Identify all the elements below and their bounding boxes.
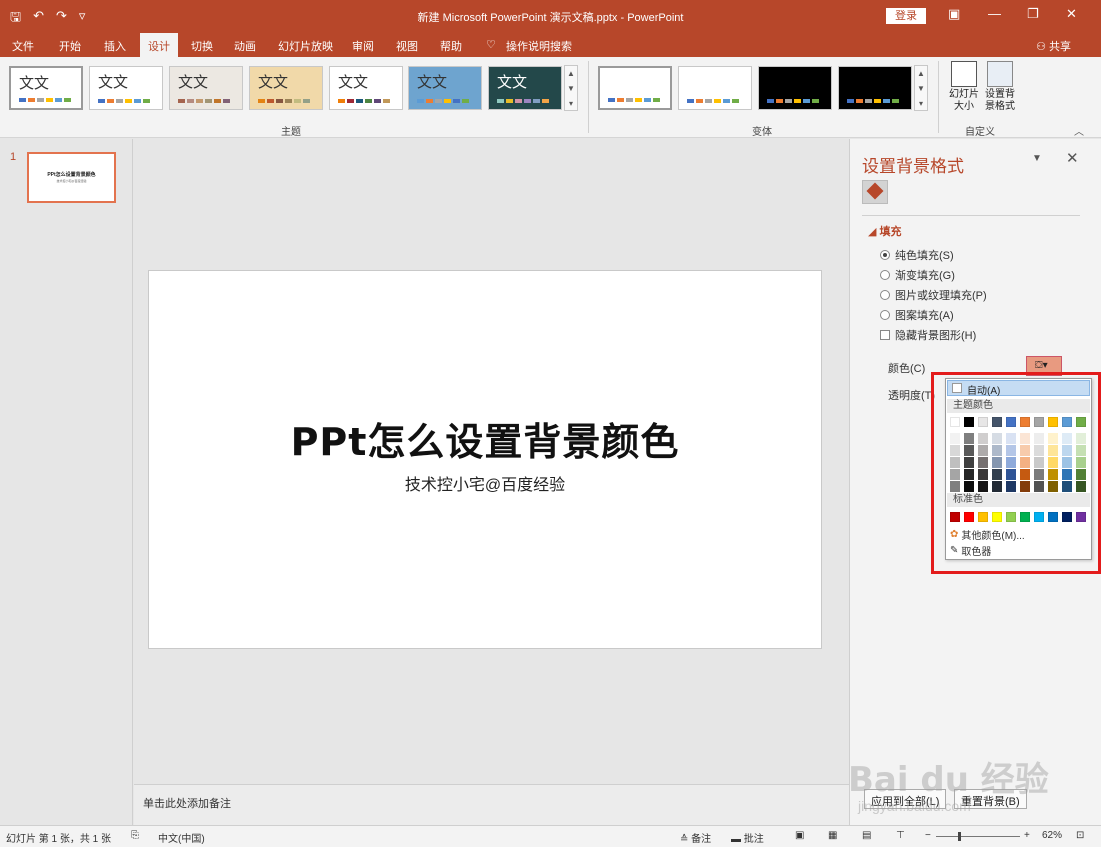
variants-group-label: 变体 <box>752 127 772 138</box>
title-bar: 🖫 ↶ ↷ ▿ 新建 Microsoft PowerPoint 演示文稿.ppt… <box>0 0 1101 32</box>
share-button[interactable]: ⚇ 共享 <box>1036 38 1071 54</box>
window-title: 新建 Microsoft PowerPoint 演示文稿.pptx - Powe… <box>417 12 684 24</box>
minimize-icon[interactable]: — <box>988 6 1001 21</box>
themes-group-label: 主题 <box>281 127 301 138</box>
slide-thumbnail[interactable]: PPt怎么设置背景颜色 技术控小宅@百度经验 <box>27 152 116 203</box>
transparency-label: 透明度(T) <box>888 390 936 402</box>
slide-subtitle[interactable]: 技术控小宅@百度经验 <box>149 471 821 495</box>
login-button[interactable]: 登录 <box>886 8 926 24</box>
radio-button[interactable] <box>880 290 890 300</box>
close-icon[interactable]: ✕ <box>1066 6 1077 22</box>
variants-gallery-scroll[interactable]: ▲ ▼ ▾ <box>914 65 928 111</box>
watermark-url: jingyan.baidu.com <box>858 798 971 814</box>
themes-gallery-scroll[interactable]: ▲ ▼ ▾ <box>564 65 578 111</box>
notes-pane[interactable]: 单击此处添加备注 <box>134 784 849 825</box>
notes-icon: ≙ <box>680 834 692 845</box>
slide-size-icon <box>951 61 977 87</box>
theme-3[interactable]: 文文 <box>169 66 243 110</box>
slideshow-icon[interactable]: ⊤ <box>896 830 905 841</box>
color-label: 颜色(C) <box>888 363 926 375</box>
fill-section-header[interactable]: ◢ 填充 <box>868 223 902 239</box>
variant-3[interactable] <box>758 66 832 110</box>
radio-button[interactable] <box>880 310 890 320</box>
variant-1[interactable] <box>598 66 672 110</box>
reading-view-icon[interactable]: ▤ <box>862 830 871 841</box>
tab-review[interactable]: 审阅 <box>352 38 374 54</box>
slide[interactable]: PPt怎么设置背景颜色 技术控小宅@百度经验 <box>148 270 822 649</box>
zoom-in-icon[interactable]: + <box>1024 830 1030 841</box>
paint-bucket-dropdown-icon: ⛋▾ <box>1035 360 1048 371</box>
notes-toggle[interactable]: ≙ 备注 <box>680 830 711 845</box>
pane-options-icon[interactable]: ▼ <box>1032 153 1042 164</box>
theme-4[interactable]: 文文 <box>249 66 323 110</box>
tab-transitions[interactable]: 切换 <box>191 38 213 54</box>
zoom-slider-track[interactable] <box>936 836 1020 837</box>
fill-tab[interactable] <box>862 180 888 204</box>
pane-close-icon[interactable]: ✕ <box>1066 149 1079 167</box>
theme-6[interactable]: 文文 <box>408 66 482 110</box>
collapse-triangle-icon: ◢ <box>868 226 880 238</box>
lightbulb-icon: ♡ <box>486 39 496 51</box>
format-background-icon <box>987 61 1013 87</box>
variant-2[interactable] <box>678 66 752 110</box>
spellcheck-icon[interactable]: ⎘ <box>131 830 139 841</box>
theme-office[interactable]: 文文 <box>9 66 83 110</box>
highlight-box <box>931 372 1101 574</box>
solid-fill-option[interactable]: 纯色填充(S) <box>880 247 954 263</box>
slide-size-button[interactable]: 幻灯片 大小 <box>946 61 982 113</box>
language[interactable]: 中文(中国) <box>158 830 205 845</box>
tab-file[interactable]: 文件 <box>12 38 34 54</box>
slide-sorter-icon[interactable]: ▦ <box>828 830 837 841</box>
checkbox[interactable] <box>880 330 890 340</box>
collapse-ribbon-icon[interactable]: ︿ <box>1074 123 1084 138</box>
variant-4[interactable] <box>838 66 912 110</box>
radio-button[interactable] <box>880 250 890 260</box>
tab-view[interactable]: 视图 <box>396 38 418 54</box>
tab-slideshow[interactable]: 幻灯片放映 <box>278 38 333 54</box>
normal-view-icon[interactable]: ▣ <box>795 830 804 841</box>
picture-fill-option[interactable]: 图片或纹理填充(P) <box>880 287 987 303</box>
slide-title[interactable]: PPt怎么设置背景颜色 <box>149 411 821 466</box>
zoom-level[interactable]: 62% <box>1042 830 1062 841</box>
radio-button[interactable] <box>880 270 890 280</box>
watermark-logo: Bai du 经验 <box>848 760 1049 800</box>
theme-2[interactable]: 文文 <box>89 66 163 110</box>
status-bar: 幻灯片 第 1 张，共 1 张 ⎘ 中文(中国) ≙ 备注 ▬ 批注 ▣ ▦ ▤… <box>0 825 1101 847</box>
divider <box>862 215 1080 216</box>
divider <box>588 61 589 133</box>
tab-animations[interactable]: 动画 <box>234 38 256 54</box>
notes-placeholder: 单击此处添加备注 <box>143 798 231 810</box>
slide-thumbnail-panel: 1 PPt怎么设置背景颜色 技术控小宅@百度经验 <box>0 139 133 825</box>
divider <box>938 61 939 133</box>
tell-me-search[interactable]: 操作说明搜索 <box>506 38 572 54</box>
pattern-fill-option[interactable]: 图案填充(A) <box>880 307 954 323</box>
comment-icon: ▬ <box>731 834 744 845</box>
slide-number: 1 <box>10 151 17 163</box>
person-icon: ⚇ <box>1036 41 1049 53</box>
zoom-out-icon[interactable]: − <box>925 830 931 841</box>
format-background-button[interactable]: 设置背 景格式 <box>982 61 1018 113</box>
theme-7[interactable]: 文文 <box>488 66 562 110</box>
slide-canvas: PPt怎么设置背景颜色 技术控小宅@百度经验 <box>134 139 849 784</box>
customize-group-label: 自定义 <box>965 127 995 138</box>
ribbon: 文文 文文 文文 文文 文文 文文 文文 ▲ ▼ ▾ 主题 ▲ ▼ ▾ 变体 幻… <box>0 57 1101 138</box>
zoom-slider-knob[interactable] <box>958 832 961 841</box>
hide-graphics-option[interactable]: 隐藏背景图形(H) <box>880 327 976 343</box>
restore-icon[interactable]: ❐ <box>1027 6 1039 22</box>
tab-design[interactable]: 设计 <box>140 33 178 57</box>
tab-insert[interactable]: 插入 <box>104 38 126 54</box>
tab-home[interactable]: 开始 <box>59 38 81 54</box>
pane-title: 设置背景格式 <box>862 157 964 176</box>
slide-info: 幻灯片 第 1 张，共 1 张 <box>6 834 112 845</box>
theme-5[interactable]: 文文 <box>329 66 403 110</box>
tab-help[interactable]: 帮助 <box>440 38 462 54</box>
paint-bucket-icon <box>866 182 884 200</box>
fit-to-window-icon[interactable]: ⊡ <box>1076 830 1084 841</box>
ribbon-tabs: 文件 开始 插入 设计 切换 动画 幻灯片放映 审阅 视图 帮助 ♡ 操作说明搜… <box>0 32 1101 57</box>
ribbon-display-icon[interactable]: ▣ <box>948 6 960 22</box>
gradient-fill-option[interactable]: 渐变填充(G) <box>880 267 955 283</box>
comments-toggle[interactable]: ▬ 批注 <box>731 830 764 845</box>
